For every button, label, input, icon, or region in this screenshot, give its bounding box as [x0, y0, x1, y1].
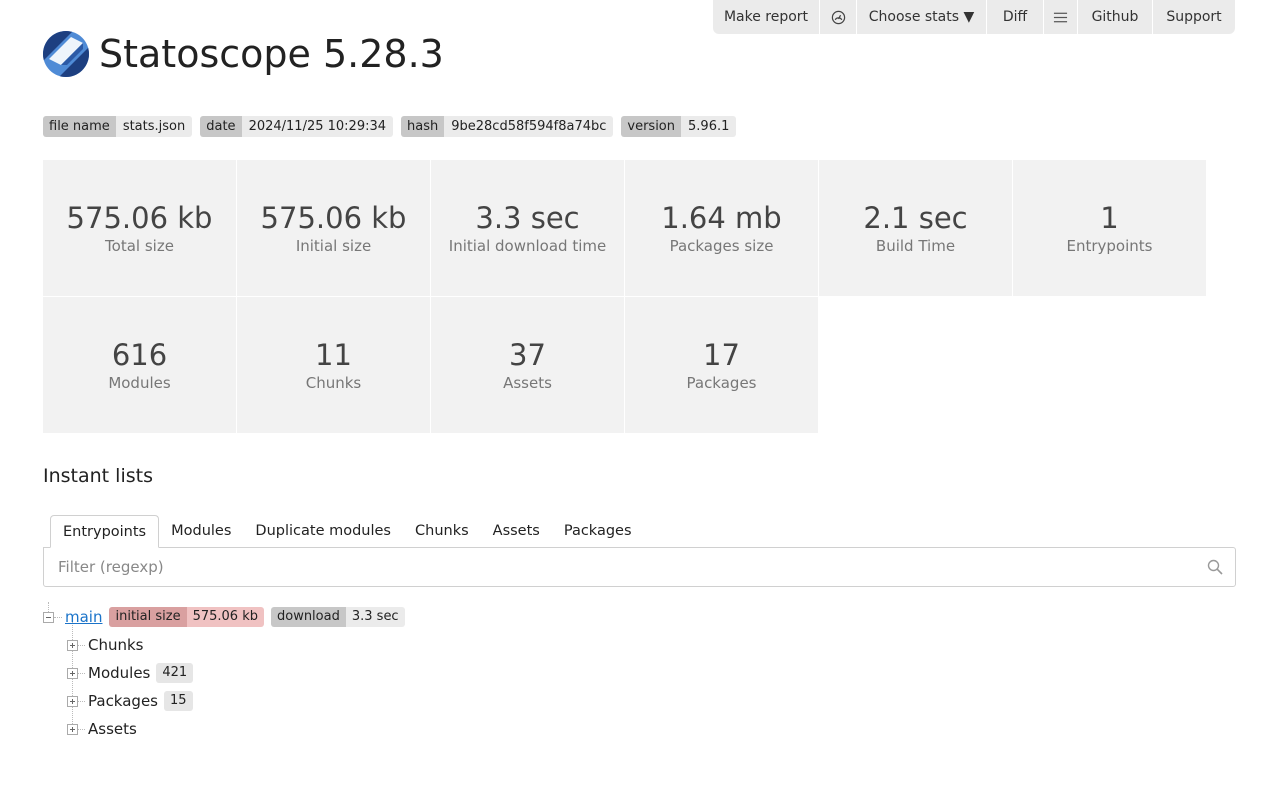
badge-value: 2024/11/25 10:29:34: [241, 116, 394, 137]
stat-modules[interactable]: 616 Modules: [43, 297, 236, 433]
stat-assets[interactable]: 37 Assets: [431, 297, 624, 433]
top-nav: Make report Choose stats ▼ Diff Github S…: [713, 0, 1235, 34]
initial-size-badge: initial size 575.06 kb: [109, 607, 264, 627]
stat-value: 1.64 mb: [661, 200, 782, 235]
stat-label: Chunks: [305, 373, 362, 392]
stat-value: 37: [509, 337, 546, 372]
tab-chunks[interactable]: Chunks: [403, 515, 481, 548]
stat-label: Build Time: [875, 236, 956, 255]
date-badge: date 2024/11/25 10:29:34: [200, 116, 394, 137]
stat-initial-download-time[interactable]: 3.3 sec Initial download time: [431, 160, 624, 296]
menu-button[interactable]: [1044, 0, 1078, 34]
badge-value: 575.06 kb: [186, 607, 264, 627]
badge-value: 9be28cd58f594f8a74bc: [444, 116, 614, 137]
make-report-button[interactable]: Make report: [713, 0, 820, 34]
tab-modules[interactable]: Modules: [159, 515, 243, 548]
badge-value: stats.json: [115, 116, 193, 137]
stat-value: 11: [315, 337, 352, 372]
stat-label: Initial size: [295, 236, 372, 255]
badge-key: version: [621, 116, 682, 137]
tree-node-assets: Assets: [67, 718, 137, 740]
choose-stats-dropdown[interactable]: Choose stats ▼: [857, 0, 987, 34]
stat-total-size[interactable]: 575.06 kb Total size: [43, 160, 236, 296]
tree-node-modules: Modules 421: [67, 662, 194, 684]
tree-node-label[interactable]: Modules: [88, 664, 150, 682]
stat-value: 575.06 kb: [66, 200, 213, 235]
stat-value: 1: [1100, 200, 1119, 235]
hash-badge: hash 9be28cd58f594f8a74bc: [401, 116, 614, 137]
count-badge: 15: [164, 691, 193, 711]
dashboard-button[interactable]: [820, 0, 857, 34]
stat-label: Entrypoints: [1066, 236, 1153, 255]
tree-connector: [54, 616, 62, 618]
tree-connector: [78, 672, 85, 674]
filter-input[interactable]: [44, 548, 1184, 586]
dashboard-icon: [831, 10, 845, 24]
badge-key: hash: [401, 116, 445, 137]
badge-key: date: [200, 116, 242, 137]
hamburger-menu-icon: [1053, 12, 1068, 22]
stat-build-time[interactable]: 2.1 sec Build Time: [819, 160, 1012, 296]
page-title: Statoscope 5.28.3: [99, 32, 444, 76]
version-badge: version 5.96.1: [621, 116, 737, 137]
expand-toggle-icon[interactable]: [67, 639, 78, 651]
badge-key: initial size: [109, 607, 187, 627]
stat-label: Assets: [503, 373, 552, 392]
instant-lists-heading: Instant lists: [43, 465, 153, 487]
entrypoints-tree: main initial size 575.06 kb download 3.3…: [43, 600, 643, 760]
support-link[interactable]: Support: [1153, 0, 1235, 34]
stat-value: 3.3 sec: [475, 200, 580, 235]
stat-value: 2.1 sec: [863, 200, 968, 235]
entrypoint-link-main[interactable]: main: [65, 608, 102, 626]
tree-connector: [78, 728, 85, 730]
badge-value: 5.96.1: [681, 116, 737, 137]
tree-node-main: main initial size 575.06 kb download 3.3…: [43, 606, 405, 628]
stat-label: Packages size: [669, 236, 774, 255]
expand-toggle-icon[interactable]: [67, 667, 78, 679]
stat-value: 616: [111, 337, 168, 372]
tree-node-label[interactable]: Chunks: [88, 636, 144, 654]
download-badge: download 3.3 sec: [270, 607, 405, 627]
tree-connector: [78, 700, 85, 702]
expand-toggle-icon[interactable]: [67, 723, 78, 735]
badge-value: 3.3 sec: [345, 607, 405, 627]
count-badge: 421: [156, 663, 194, 683]
stat-label: Initial download time: [448, 236, 607, 255]
tree-node-label[interactable]: Assets: [88, 720, 137, 738]
github-link[interactable]: Github: [1078, 0, 1153, 34]
expand-toggle-icon[interactable]: [67, 695, 78, 707]
search-icon: [1207, 559, 1223, 575]
instant-lists-tabs: Entrypoints Modules Duplicate modules Ch…: [50, 515, 644, 548]
tree-node-packages: Packages 15: [67, 690, 193, 712]
tab-packages[interactable]: Packages: [552, 515, 644, 548]
tree-connector: [78, 644, 85, 646]
tree-node-label[interactable]: Packages: [88, 692, 158, 710]
stats-meta-badges: file name stats.json date 2024/11/25 10:…: [43, 116, 737, 137]
statoscope-logo-icon: [43, 31, 89, 77]
badge-key: file name: [43, 116, 116, 137]
stat-label: Total size: [105, 236, 174, 255]
stat-label: Packages: [686, 373, 757, 392]
filter-box: [43, 547, 1236, 587]
collapse-toggle-icon[interactable]: [43, 611, 54, 623]
stat-entrypoints[interactable]: 1 Entrypoints: [1013, 160, 1206, 296]
tree-node-chunks: Chunks: [67, 634, 144, 656]
file-name-badge: file name stats.json: [43, 116, 193, 137]
stat-value: 17: [703, 337, 740, 372]
stat-value: 575.06 kb: [260, 200, 407, 235]
tab-duplicate-modules[interactable]: Duplicate modules: [243, 515, 403, 548]
stat-label: Modules: [108, 373, 171, 392]
badge-key: download: [270, 607, 346, 627]
stat-packages-size[interactable]: 1.64 mb Packages size: [625, 160, 818, 296]
stat-initial-size[interactable]: 575.06 kb Initial size: [237, 160, 430, 296]
stat-chunks[interactable]: 11 Chunks: [237, 297, 430, 433]
tab-assets[interactable]: Assets: [481, 515, 552, 548]
stat-packages[interactable]: 17 Packages: [625, 297, 818, 433]
stats-grid: 575.06 kb Total size 575.06 kb Initial s…: [43, 160, 1213, 433]
tab-entrypoints[interactable]: Entrypoints: [50, 515, 160, 548]
diff-button[interactable]: Diff: [987, 0, 1044, 34]
